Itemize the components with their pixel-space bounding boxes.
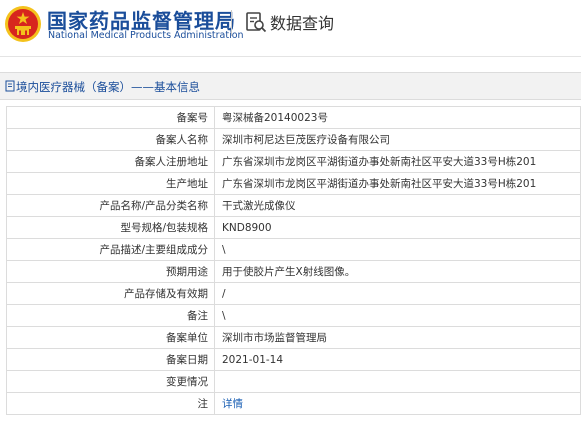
table-row: 备案人注册地址 广东省深圳市龙岗区平湖街道办事处新南社区平安大道33号H栋201	[6, 150, 581, 173]
table-row: 产品描述/主要组成成分 \	[6, 238, 581, 261]
table-row: 产品名称/产品分类名称 干式激光成像仪	[6, 194, 581, 217]
field-value	[214, 370, 581, 393]
table-row: 产品存储及有效期 /	[6, 282, 581, 305]
field-label: 产品存储及有效期	[6, 282, 215, 305]
field-value: 广东省深圳市龙岗区平湖街道办事处新南社区平安大道33号H栋201	[214, 172, 581, 195]
table-row: 生产地址 广东省深圳市龙岗区平湖街道办事处新南社区平安大道33号H栋201	[6, 172, 581, 195]
site-header: 国家药品监督管理局 National Medical Products Admi…	[0, 0, 581, 56]
field-label: 型号规格/包装规格	[6, 216, 215, 239]
field-value: 深圳市市场监督管理局	[214, 326, 581, 349]
field-label: 备案人注册地址	[6, 150, 215, 173]
field-value: \	[214, 304, 581, 327]
field-label: 生产地址	[6, 172, 215, 195]
field-label: 备案号	[6, 106, 215, 129]
field-value: 干式激光成像仪	[214, 194, 581, 217]
table-row: 备案号 粤深械备20140023号	[6, 106, 581, 129]
field-value: KND8900	[214, 216, 581, 239]
field-label: 注	[6, 392, 215, 415]
field-value: \	[214, 238, 581, 261]
org-name-en: National Medical Products Administration	[48, 30, 244, 41]
table-row: 型号规格/包装规格 KND8900	[6, 216, 581, 239]
field-label: 备案人名称	[6, 128, 215, 151]
field-value: /	[214, 282, 581, 305]
record-detail-table: 备案号 粤深械备20140023号 备案人名称 深圳市柯尼达巨茂医疗设备有限公司 备案人…	[6, 106, 581, 415]
field-value: 详情	[214, 392, 581, 415]
field-label: 备注	[6, 304, 215, 327]
table-row: 备案日期 2021-01-14	[6, 348, 581, 371]
data-query-icon	[246, 12, 267, 33]
page-title: 境内医疗器械（备案）——基本信息	[16, 80, 200, 94]
national-emblem-icon	[5, 6, 41, 42]
table-row: 备案人名称 深圳市柯尼达巨茂医疗设备有限公司	[6, 128, 581, 151]
field-label: 备案日期	[6, 348, 215, 371]
field-label: 变更情况	[6, 370, 215, 393]
table-row: 预期用途 用于使胶片产生X射线图像。	[6, 260, 581, 283]
field-value: 2021-01-14	[214, 348, 581, 371]
table-row: 备案单位 深圳市市场监督管理局	[6, 326, 581, 349]
field-label: 备案单位	[6, 326, 215, 349]
table-row: 变更情况	[6, 370, 581, 393]
field-value: 粤深械备20140023号	[214, 106, 581, 129]
section-title: 数据查询	[270, 14, 335, 33]
field-label: 预期用途	[6, 260, 215, 283]
field-value: 广东省深圳市龙岗区平湖街道办事处新南社区平安大道33号H栋201	[214, 150, 581, 173]
header-divider	[231, 10, 232, 36]
table-row: 注详情	[6, 392, 581, 415]
header-underline	[0, 56, 581, 57]
table-row: 备注 \	[6, 304, 581, 327]
record-title-bar: 境内医疗器械（备案）——基本信息	[0, 72, 581, 100]
details-link[interactable]: 详情	[222, 398, 243, 410]
field-label: 产品名称/产品分类名称	[6, 194, 215, 217]
field-value: 深圳市柯尼达巨茂医疗设备有限公司	[214, 128, 581, 151]
document-icon	[5, 80, 15, 92]
field-label: 产品描述/主要组成成分	[6, 238, 215, 261]
field-value: 用于使胶片产生X射线图像。	[214, 260, 581, 283]
